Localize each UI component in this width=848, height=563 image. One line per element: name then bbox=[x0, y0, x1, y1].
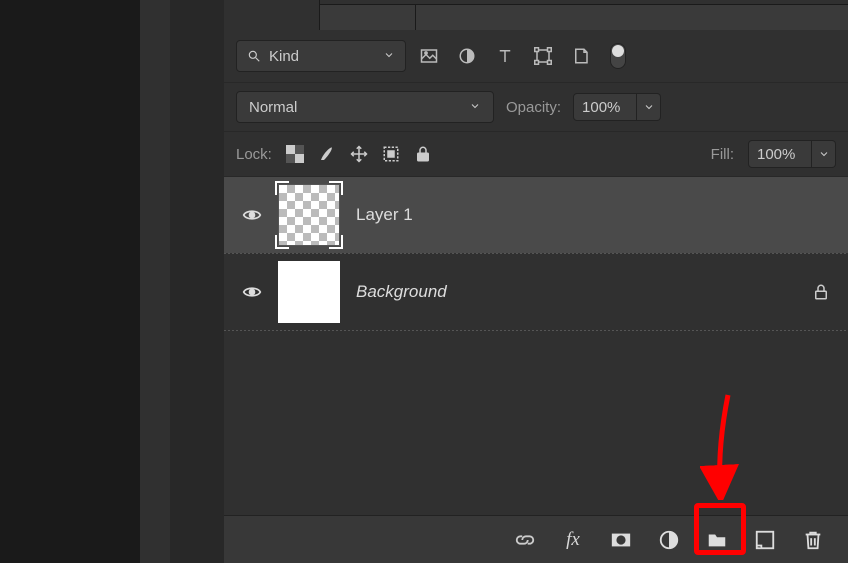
opacity-label[interactable]: Opacity: bbox=[506, 99, 561, 116]
filter-shape-icon[interactable] bbox=[534, 47, 552, 65]
layer-list: Layer 1 Background bbox=[224, 177, 848, 331]
filter-kind-label: Kind bbox=[269, 48, 299, 65]
layer-thumbnail[interactable] bbox=[278, 261, 340, 323]
blend-opacity-row: Normal Opacity: 100% bbox=[224, 83, 848, 132]
panel-gutter-1 bbox=[140, 0, 170, 563]
tab-rest[interactable] bbox=[416, 4, 848, 30]
layers-footer: fx bbox=[224, 515, 848, 563]
lock-icon[interactable] bbox=[812, 283, 830, 301]
document-area bbox=[0, 0, 140, 563]
filter-smartobject-icon[interactable] bbox=[572, 47, 590, 65]
lock-artboard-icon[interactable] bbox=[382, 145, 400, 163]
lock-label: Lock: bbox=[236, 146, 272, 163]
new-layer-button[interactable] bbox=[752, 527, 778, 553]
filter-kind-select[interactable]: Kind bbox=[236, 40, 406, 72]
filter-adjustment-icon[interactable] bbox=[458, 47, 476, 65]
lock-transparent-icon[interactable] bbox=[286, 145, 304, 163]
filter-type-icon[interactable] bbox=[496, 47, 514, 65]
layer-mask-button[interactable] bbox=[608, 527, 634, 553]
search-icon bbox=[247, 49, 261, 63]
layer-thumbnail[interactable] bbox=[278, 184, 340, 246]
fill-label[interactable]: Fill: bbox=[711, 146, 734, 163]
layer-separator bbox=[224, 330, 848, 331]
layers-panel: Kind Normal bbox=[224, 0, 848, 563]
panel-tabs bbox=[224, 0, 848, 30]
lock-all-icon[interactable] bbox=[414, 145, 432, 163]
lock-fill-row: Lock: Fill: 100% bbox=[224, 132, 848, 177]
tab-channels[interactable] bbox=[320, 4, 416, 30]
layer-row-layer1[interactable]: Layer 1 bbox=[224, 177, 848, 253]
link-layers-button[interactable] bbox=[512, 527, 538, 553]
opacity-value: 100% bbox=[582, 99, 620, 116]
filter-type-icons bbox=[420, 43, 626, 69]
fill-value: 100% bbox=[757, 146, 795, 163]
fill-control: 100% bbox=[748, 140, 836, 168]
lock-paint-icon[interactable] bbox=[318, 145, 336, 163]
blend-mode-value: Normal bbox=[249, 99, 297, 116]
lock-position-icon[interactable] bbox=[350, 145, 368, 163]
fill-value-input[interactable]: 100% bbox=[748, 140, 812, 168]
delete-layer-button[interactable] bbox=[800, 527, 826, 553]
chevron-down-icon bbox=[383, 48, 395, 65]
opacity-value-input[interactable]: 100% bbox=[573, 93, 637, 121]
visibility-icon[interactable] bbox=[242, 205, 262, 225]
layer-row-background[interactable]: Background bbox=[224, 254, 848, 330]
new-group-button[interactable] bbox=[704, 527, 730, 553]
filter-pixel-icon[interactable] bbox=[420, 47, 438, 65]
tab-layers[interactable] bbox=[224, 0, 320, 30]
layer-name[interactable]: Layer 1 bbox=[356, 205, 413, 225]
layer-name[interactable]: Background bbox=[356, 282, 447, 302]
filter-toggle[interactable] bbox=[610, 43, 626, 69]
panel-gutter-2 bbox=[170, 0, 224, 563]
chevron-down-icon bbox=[469, 99, 481, 116]
visibility-icon[interactable] bbox=[242, 282, 262, 302]
layer-filter-row: Kind bbox=[224, 30, 848, 83]
blend-mode-select[interactable]: Normal bbox=[236, 91, 494, 123]
layer-effects-button[interactable]: fx bbox=[560, 527, 586, 553]
fill-dropdown-button[interactable] bbox=[812, 140, 836, 168]
adjustment-layer-button[interactable] bbox=[656, 527, 682, 553]
opacity-control: 100% bbox=[573, 93, 661, 121]
opacity-dropdown-button[interactable] bbox=[637, 93, 661, 121]
